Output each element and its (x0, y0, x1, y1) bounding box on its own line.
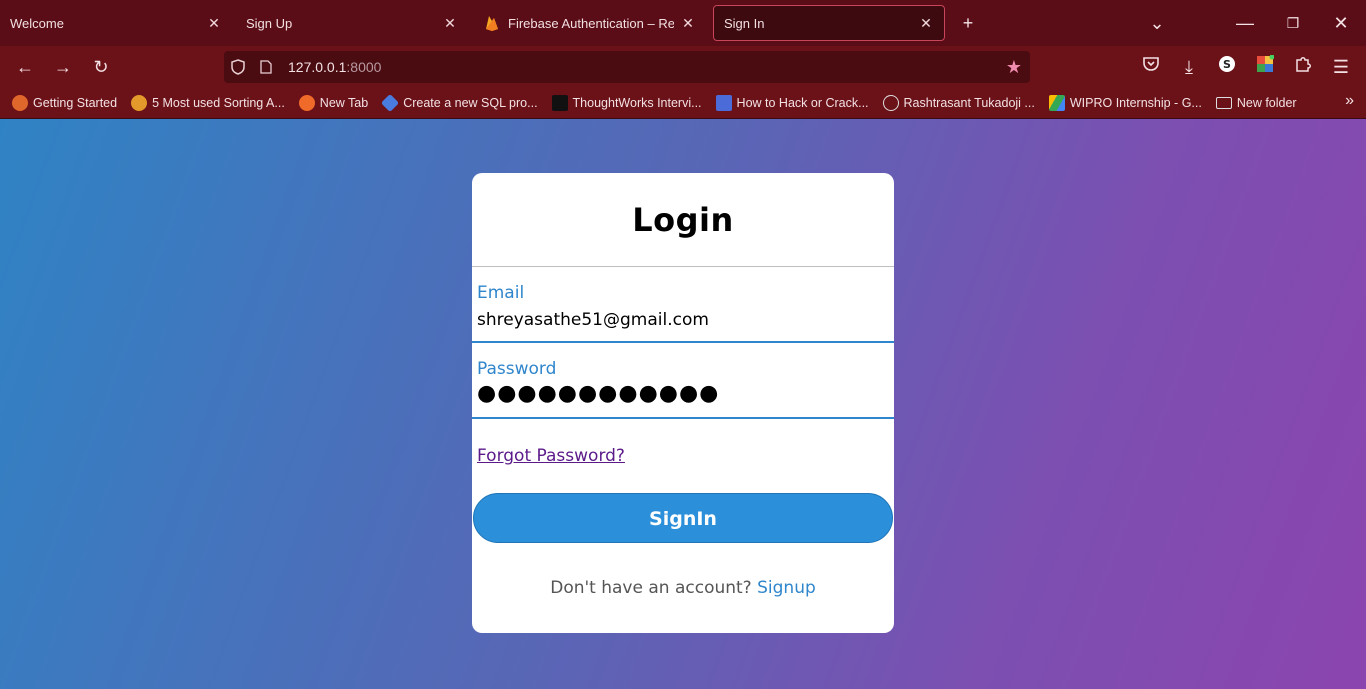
bookmark-wipro[interactable]: WIPRO Internship - G... (1048, 95, 1202, 111)
tab-welcome[interactable]: Welcome ✕ (0, 5, 232, 41)
login-card: Login Email shreyasathe51@gmail.com Pass… (472, 173, 894, 633)
bookmark-label: How to Hack or Crack... (736, 96, 869, 110)
crown-icon (131, 95, 148, 111)
bookmark-label: Getting Started (33, 96, 118, 110)
bookmark-star-icon[interactable]: ★ (1004, 57, 1024, 77)
close-icon[interactable]: ✕ (918, 15, 934, 31)
bookmark-label: Create a new SQL pro... (403, 96, 538, 110)
minimize-icon[interactable]: — (1232, 10, 1258, 36)
no-account-text: Don't have an account? (550, 578, 752, 598)
extensions-puzzle-icon[interactable] (1290, 54, 1316, 80)
back-icon[interactable]: ← (12, 54, 38, 80)
bookmark-label: Rashtrasant Tukadoji ... (903, 96, 1035, 110)
tab-strip: Welcome ✕ Sign Up ✕ Firebase Authenticat… (0, 0, 1366, 46)
bookmark-new-tab[interactable]: New Tab (298, 95, 369, 111)
download-icon[interactable]: ⤓ (1176, 54, 1202, 80)
bookmark-label: ThoughtWorks Intervi... (572, 96, 702, 110)
tab-title: Welcome (10, 15, 64, 31)
bookmark-rashtrasant[interactable]: Rashtrasant Tukadoji ... (882, 95, 1035, 111)
email-label: Email (477, 283, 525, 303)
firefox-icon (298, 95, 315, 111)
bookmark-new-folder[interactable]: New folder (1215, 96, 1297, 110)
bookmark-sorting[interactable]: 5 Most used Sorting A... (131, 95, 285, 111)
tab-title: Firebase Authentication – Realtim (508, 15, 674, 31)
password-field[interactable]: Password ●●●●●●●●●●●● (472, 343, 894, 419)
address-bar[interactable]: 127.0.0.1:8000 ★ (224, 51, 1030, 83)
svg-text:S: S (1223, 58, 1231, 71)
page-icon (252, 51, 280, 83)
firefox-icon (12, 95, 28, 111)
wrench-icon (715, 95, 732, 111)
password-input[interactable]: ●●●●●●●●●●●● (477, 381, 719, 406)
signup-link[interactable]: Signup (757, 578, 816, 598)
email-input[interactable]: shreyasathe51@gmail.com (477, 310, 709, 330)
tab-title: Sign In (724, 15, 765, 31)
restore-icon[interactable]: ❐ (1280, 10, 1306, 36)
signup-prompt: Don't have an account? Signup (472, 578, 894, 598)
tab-sign-up[interactable]: Sign Up ✕ (236, 5, 468, 41)
close-icon[interactable]: ✕ (680, 15, 696, 31)
pocket-icon[interactable] (1138, 54, 1164, 80)
bookmark-label: WIPRO Internship - G... (1069, 96, 1202, 110)
medium-icon (551, 95, 568, 111)
bookmark-getting-started[interactable]: Getting Started (12, 95, 117, 111)
window-close-icon[interactable]: ✕ (1328, 10, 1354, 36)
bookmark-sql[interactable]: Create a new SQL pro... (381, 93, 538, 113)
menu-hamburger-icon[interactable]: ☰ (1328, 54, 1354, 80)
folder-icon (1215, 97, 1232, 109)
login-title: Login (632, 201, 734, 239)
new-tab-icon[interactable]: + (955, 10, 981, 36)
account-icon[interactable]: S (1214, 54, 1240, 80)
bookmark-label: New folder (1236, 96, 1297, 110)
password-label: Password (477, 359, 557, 379)
bookmark-thoughtworks[interactable]: ThoughtWorks Intervi... (551, 95, 702, 111)
signin-button[interactable]: SignIn (473, 493, 893, 543)
email-field[interactable]: Email shreyasathe51@gmail.com (472, 267, 894, 343)
forward-icon[interactable]: → (50, 54, 76, 80)
page-background: Login Email shreyasathe51@gmail.com Pass… (0, 119, 1366, 689)
tab-firebase[interactable]: Firebase Authentication – Realtim ✕ (474, 5, 706, 41)
bookmarks-toolbar: Getting Started 5 Most used Sorting A...… (0, 88, 1366, 118)
tab-title: Sign Up (246, 15, 293, 31)
chevron-double-right-icon[interactable]: » (1345, 92, 1354, 110)
url-host: 127.0.0.1 (288, 59, 347, 75)
firebase-icon (484, 15, 500, 31)
chevron-down-icon[interactable]: ⌄ (1144, 10, 1170, 36)
tab-sign-in[interactable]: Sign In ✕ (713, 5, 945, 41)
navigation-bar: ← → ↻ 127.0.0.1:8000 ★ ⤓ S ☰ (0, 46, 1366, 88)
close-icon[interactable]: ✕ (442, 15, 458, 31)
drive-icon (1048, 95, 1065, 111)
shield-icon[interactable] (224, 51, 252, 83)
bookmark-hack[interactable]: How to Hack or Crack... (715, 95, 869, 111)
reload-icon[interactable]: ↻ (88, 54, 114, 80)
forgot-password-link[interactable]: Forgot Password? (477, 446, 625, 466)
bookmark-label: New Tab (319, 96, 369, 110)
globe-icon (882, 95, 899, 111)
close-icon[interactable]: ✕ (206, 15, 222, 31)
extension-colorful-icon[interactable] (1252, 54, 1278, 80)
bookmark-label: 5 Most used Sorting A... (152, 96, 285, 110)
diamond-icon (381, 93, 400, 113)
url-port: :8000 (346, 59, 382, 75)
